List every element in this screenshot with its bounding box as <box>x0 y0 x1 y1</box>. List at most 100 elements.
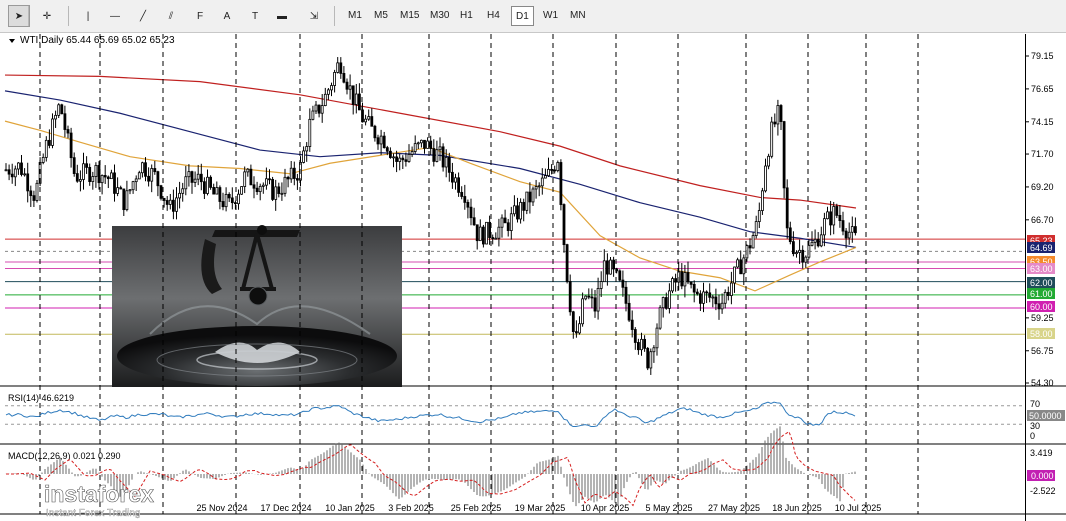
toolbar-separator <box>28 6 29 26</box>
macd-tick-label: 3.419 <box>1030 448 1053 458</box>
candle-body <box>568 281 572 313</box>
candle-body <box>674 278 677 283</box>
candle-body <box>810 241 814 246</box>
candle-body <box>854 226 857 234</box>
date-label: 25 Nov 2024 <box>196 503 247 513</box>
candle-body <box>540 177 544 187</box>
timeframe-m5[interactable]: M5 <box>370 6 392 26</box>
candle-body <box>268 178 271 181</box>
candle-body <box>621 279 625 288</box>
candle-body <box>32 195 36 201</box>
candle-body <box>494 237 498 240</box>
price-tick-label: 71.70 <box>1031 149 1054 159</box>
timeframe-d1[interactable]: D1 <box>511 6 534 26</box>
date-axis: 25 Nov 2024 17 Dec 2024 10 Jan 2025 3 Feb 2… <box>196 503 881 513</box>
candle-body <box>416 142 420 145</box>
cursor-arrow-icon[interactable]: ➤ <box>8 5 30 27</box>
candle-body <box>671 278 674 292</box>
candle-body <box>69 132 73 159</box>
timeframe-h1[interactable]: H1 <box>456 6 477 26</box>
candle-body <box>320 105 324 114</box>
candle-body <box>689 281 693 285</box>
candle-body <box>103 175 107 178</box>
candle-body <box>156 171 160 187</box>
candle-body <box>813 238 817 243</box>
candle-body <box>311 110 315 120</box>
candle-body <box>528 191 532 203</box>
candle-body <box>283 176 287 194</box>
candle-body <box>144 162 147 177</box>
candle-body <box>779 105 783 122</box>
candle-body <box>454 177 457 183</box>
candle-body <box>816 238 820 247</box>
channel-icon[interactable]: ⫽ <box>160 5 182 27</box>
candle-body <box>525 191 529 211</box>
text-icon[interactable]: A <box>216 5 238 27</box>
candle-body <box>714 296 718 305</box>
date-label: 18 Jun 2025 <box>772 503 822 513</box>
candle-body <box>85 163 88 168</box>
candle-body <box>113 172 116 194</box>
candle-body <box>590 296 594 299</box>
candle-body <box>370 116 374 127</box>
candle-body <box>832 206 836 226</box>
timeframe-w1[interactable]: W1 <box>539 6 562 26</box>
price-tag-label: 64.69 <box>1030 243 1053 253</box>
crosshair-icon[interactable]: ✛ <box>36 5 58 27</box>
price-tick-label: 56.75 <box>1031 346 1054 356</box>
macd-label: MACD(12,26,9) 0.021 0.290 <box>8 451 121 461</box>
candle-body <box>20 162 23 175</box>
candle-body <box>339 62 343 74</box>
candle-body <box>128 189 132 192</box>
candle-body <box>668 290 671 309</box>
candle-body <box>357 93 361 111</box>
candle-body <box>258 185 262 193</box>
candle-body <box>295 178 299 181</box>
rsi-tick-label: 0 <box>1030 431 1035 441</box>
candle-body <box>44 139 48 158</box>
candle-body <box>720 302 724 310</box>
candle-body <box>730 282 733 296</box>
text-label-icon[interactable]: T <box>244 5 266 27</box>
arrows-icon[interactable]: ⇲ <box>303 5 325 27</box>
candle-body <box>565 244 569 282</box>
candle-body <box>847 231 851 239</box>
candle-body <box>305 146 309 152</box>
shapes-icon[interactable]: ▬ <box>271 5 293 27</box>
timeframe-h4[interactable]: H4 <box>483 6 504 26</box>
candle-body <box>472 217 476 226</box>
candle-body <box>429 140 433 149</box>
candle-body <box>646 347 650 369</box>
timeframe-m30[interactable]: M30 <box>426 6 453 26</box>
candle-body <box>178 192 182 199</box>
candle-body <box>742 257 746 275</box>
timeframe-mn[interactable]: MN <box>566 6 590 26</box>
candle-body <box>261 184 265 187</box>
trend-line-icon[interactable]: ╱ <box>132 5 154 27</box>
price-chart[interactable]: 79.15 76.65 74.15 71.70 69.20 66.70 59.25 56.75… <box>0 34 1066 521</box>
fibonacci-icon[interactable]: F <box>189 5 211 27</box>
timeframe-m15[interactable]: M15 <box>396 6 423 26</box>
date-label: 10 Jan 2025 <box>325 503 375 513</box>
candle-body <box>122 188 126 211</box>
candle-body <box>584 295 588 300</box>
candle-body <box>593 297 597 312</box>
timeframe-m1[interactable]: M1 <box>344 6 366 26</box>
candle-body <box>292 167 296 179</box>
candle-body <box>450 171 454 183</box>
candle-body <box>140 162 144 174</box>
candle-body <box>686 272 690 283</box>
candle-body <box>497 226 501 239</box>
candle-body <box>823 218 826 236</box>
candle-body <box>364 118 368 123</box>
candle-body <box>348 85 352 90</box>
candle-body <box>401 157 405 161</box>
candle-body <box>522 201 526 211</box>
price-tick-label: 69.20 <box>1031 182 1054 192</box>
candle-body <box>224 193 228 208</box>
candle-body <box>441 146 445 168</box>
vertical-line-icon[interactable]: | <box>77 5 99 27</box>
horizontal-line-icon[interactable]: — <box>104 5 126 27</box>
candle-body <box>798 249 801 253</box>
candle-body <box>553 169 557 172</box>
